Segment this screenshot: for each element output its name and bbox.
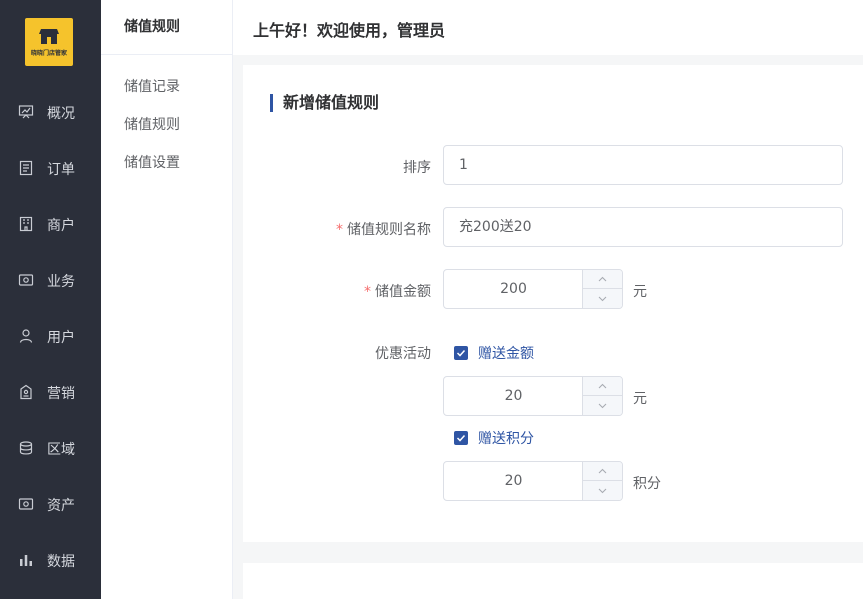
greeting: 上午好！欢迎使用，管理员 bbox=[253, 21, 446, 40]
amount-label: * 储值金额 bbox=[364, 284, 431, 300]
asset-icon bbox=[18, 498, 34, 510]
nav-item-users[interactable]: 用户 bbox=[0, 316, 101, 356]
nav-label: 概况 bbox=[47, 106, 75, 122]
nav-item-merchants[interactable]: 商户 bbox=[0, 204, 101, 244]
nav-label: 商户 bbox=[47, 218, 75, 234]
gift-points-value[interactable]: 20 bbox=[444, 462, 583, 500]
amount-value[interactable]: 200 bbox=[444, 270, 583, 308]
shop-icon bbox=[39, 29, 59, 44]
form-card: 新增储值规则 排序 1 * 储值规则名称 充200送20 * 储值金额 200 元 … bbox=[243, 65, 863, 542]
nav-label: 用户 bbox=[47, 330, 75, 346]
user-icon bbox=[19, 329, 33, 343]
checkbox-checked-icon bbox=[454, 431, 468, 445]
nav-item-data[interactable]: 数据 bbox=[0, 540, 101, 580]
nav-label: 区域 bbox=[47, 442, 75, 458]
chevron-up-icon bbox=[598, 276, 607, 282]
amount-stepper[interactable]: 200 bbox=[443, 269, 623, 309]
chevron-up-icon bbox=[598, 468, 607, 474]
gift-amount-unit: 元 bbox=[633, 391, 647, 407]
logo-text: 晓晓门店管家 bbox=[30, 50, 67, 57]
increase-button[interactable] bbox=[583, 377, 622, 396]
nav-label: 资产 bbox=[47, 498, 75, 514]
submenu-item-rules[interactable]: 储值规则 bbox=[124, 114, 180, 134]
promo-label: 优惠活动 bbox=[375, 346, 431, 362]
amount-unit: 元 bbox=[633, 284, 647, 300]
gift-amount-checkbox[interactable]: 赠送金额 bbox=[454, 343, 534, 363]
gift-amount-stepper[interactable]: 20 bbox=[443, 376, 623, 416]
chevron-up-icon bbox=[598, 383, 607, 389]
order-icon bbox=[19, 160, 33, 176]
merchant-icon bbox=[19, 216, 33, 232]
form-title: 新增储值规则 bbox=[270, 94, 379, 112]
increase-button[interactable] bbox=[583, 270, 622, 289]
data-icon bbox=[20, 555, 32, 566]
nav-item-overview[interactable]: 概况 bbox=[0, 92, 101, 132]
rule-name-label: * 储值规则名称 bbox=[336, 222, 431, 238]
chevron-down-icon bbox=[598, 296, 607, 301]
decrease-button[interactable] bbox=[583, 396, 622, 415]
business-icon bbox=[18, 274, 34, 286]
marketing-icon bbox=[20, 384, 32, 400]
stepper-controls bbox=[582, 462, 622, 500]
gift-points-label: 赠送积分 bbox=[478, 431, 534, 447]
nav-item-assets[interactable]: 资产 bbox=[0, 484, 101, 524]
gift-points-stepper[interactable]: 20 bbox=[443, 461, 623, 501]
gift-points-unit: 积分 bbox=[633, 476, 661, 492]
decrease-button[interactable] bbox=[583, 289, 622, 308]
checkbox-checked-icon bbox=[454, 346, 468, 360]
submenu-item-records[interactable]: 储值记录 bbox=[124, 76, 180, 96]
increase-button[interactable] bbox=[583, 462, 622, 481]
rule-name-input[interactable]: 充200送20 bbox=[443, 207, 843, 247]
chevron-down-icon bbox=[598, 488, 607, 493]
nav-item-region[interactable]: 区域 bbox=[0, 428, 101, 468]
submenu: 储值规则 储值记录 储值规则 储值设置 bbox=[101, 0, 233, 599]
stepper-controls bbox=[582, 270, 622, 308]
main-nav: 晓晓门店管家 概况 订单 商户 业务 用户 营销 区域 资产 数据 bbox=[0, 0, 101, 599]
sort-input[interactable]: 1 bbox=[443, 145, 843, 185]
gift-amount-value[interactable]: 20 bbox=[444, 377, 583, 415]
logo[interactable]: 晓晓门店管家 bbox=[25, 18, 73, 66]
chevron-down-icon bbox=[598, 403, 607, 408]
required-mark: * bbox=[336, 222, 343, 238]
submenu-item-settings[interactable]: 储值设置 bbox=[124, 152, 180, 172]
nav-item-orders[interactable]: 订单 bbox=[0, 148, 101, 188]
required-mark: * bbox=[364, 284, 371, 300]
secondary-card bbox=[243, 563, 863, 599]
gift-amount-label: 赠送金额 bbox=[478, 346, 534, 362]
nav-item-marketing[interactable]: 营销 bbox=[0, 372, 101, 412]
sort-label: 排序 bbox=[403, 160, 431, 176]
stepper-controls bbox=[582, 377, 622, 415]
nav-label: 业务 bbox=[47, 274, 75, 290]
nav-label: 营销 bbox=[47, 386, 75, 402]
submenu-title: 储值规则 bbox=[101, 0, 232, 55]
region-icon bbox=[19, 441, 33, 455]
gift-points-checkbox[interactable]: 赠送积分 bbox=[454, 428, 534, 448]
top-header: 上午好！欢迎使用，管理员 bbox=[233, 0, 863, 55]
dashboard-icon bbox=[18, 105, 34, 119]
nav-label: 数据 bbox=[47, 554, 75, 570]
nav-label: 订单 bbox=[47, 162, 75, 178]
decrease-button[interactable] bbox=[583, 481, 622, 500]
nav-item-business[interactable]: 业务 bbox=[0, 260, 101, 300]
